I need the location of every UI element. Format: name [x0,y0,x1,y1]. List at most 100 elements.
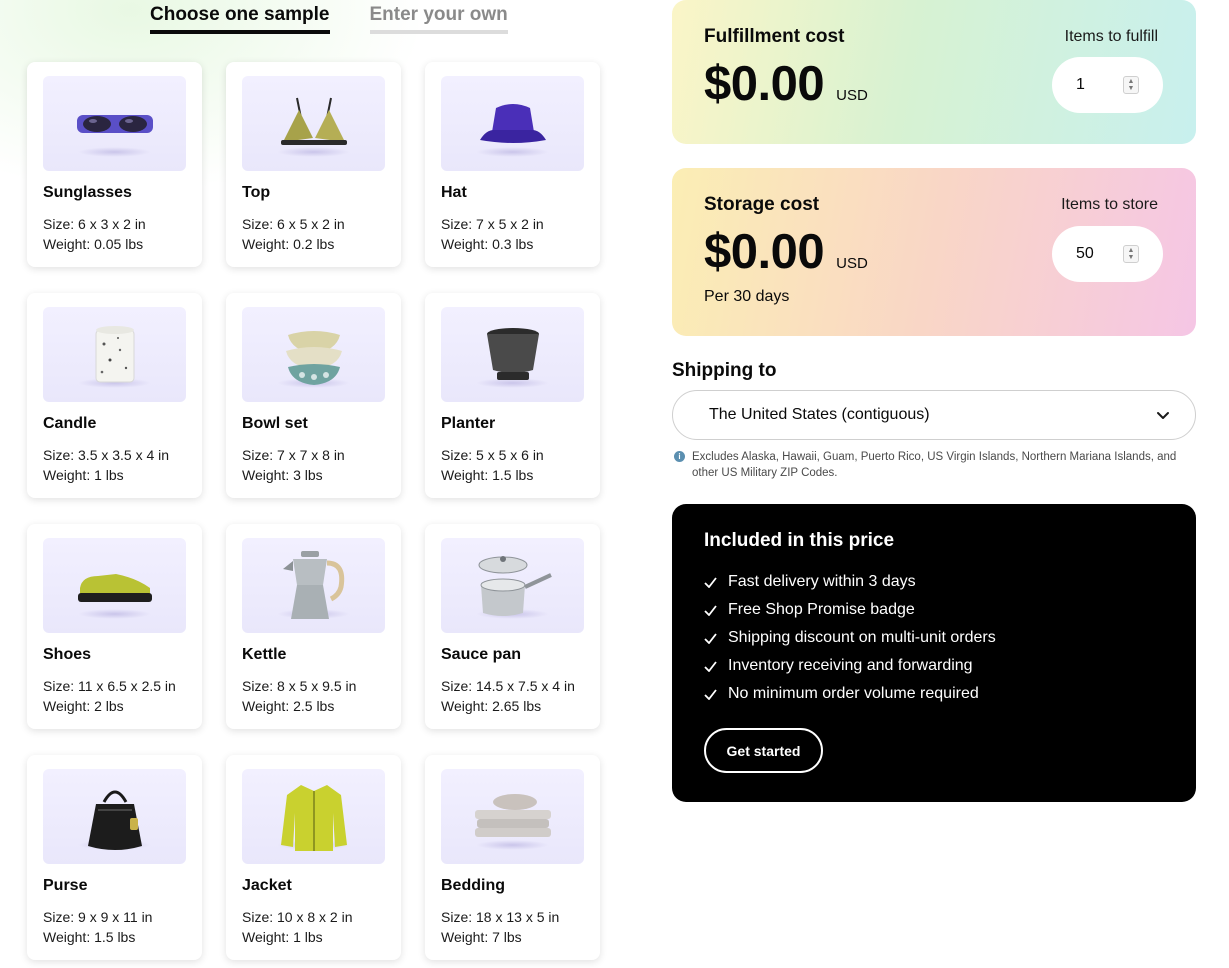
product-name: Candle [43,415,97,432]
product-weight: Weight: 3 lbs [242,467,323,483]
product-thumbnail [43,769,186,864]
product-name: Planter [441,415,496,432]
product-name: Sauce pan [441,646,522,663]
product-thumbnail [441,76,584,171]
product-card-planter[interactable]: Planter Size: 5 x 5 x 6 in Weight: 1.5 l… [425,293,600,498]
chevron-up-icon: ▲ [1127,78,1135,85]
included-item-text: Free Shop Promise badge [728,601,915,618]
shipping-exclusion-text: Excludes Alaska, Hawaii, Guam, Puerto Ri… [692,451,1177,479]
product-weight: Weight: 1.5 lbs [43,929,136,945]
product-thumbnail [242,307,385,402]
product-card-sauce-pan[interactable]: Sauce pan Size: 14.5 x 7.5 x 4 in Weight… [425,524,600,729]
checkmark-icon [704,576,718,588]
tab-enter-your-own[interactable]: Enter your own [369,0,508,34]
product-name: Jacket [242,877,292,894]
bedding-icon [474,793,551,837]
sample-tabs: Choose one sample Enter your own [150,0,508,34]
included-title: Included in this price [704,530,895,551]
product-thumbnail [43,538,186,633]
product-size: Size: 7 x 5 x 2 in [441,216,544,232]
storage-period: Per 30 days [704,288,790,305]
product-size: Size: 5 x 5 x 6 in [441,447,544,463]
checkmark-icon [704,688,718,700]
included-item-text: Shipping discount on multi-unit orders [728,629,996,646]
items-to-fulfill-field: ▲ ▼ [1052,57,1163,113]
bucket-hat-icon [479,103,546,143]
kettle-icon [282,550,344,619]
product-weight: Weight: 7 lbs [441,929,522,945]
tab-choose-sample[interactable]: Choose one sample [150,0,330,34]
included-item-text: Inventory receiving and forwarding [728,657,973,674]
storage-cost-card: Storage cost $0.00 USD Per 30 days Items… [672,168,1196,336]
items-to-store-label: Items to store [1061,196,1158,213]
sunglasses-icon [76,114,153,133]
product-weight: Weight: 1.5 lbs [441,467,534,483]
included-list: Fast delivery within 3 days Free Shop Pr… [704,568,1164,708]
product-weight: Weight: 2 lbs [43,698,124,714]
product-card-hat[interactable]: Hat Size: 7 x 5 x 2 in Weight: 0.3 lbs [425,62,600,267]
chevron-up-icon: ▲ [1127,247,1135,254]
product-card-bedding[interactable]: Bedding Size: 18 x 13 x 5 in Weight: 7 l… [425,755,600,960]
list-item: Inventory receiving and forwarding [704,652,1164,680]
storage-cost-currency: USD [836,255,868,272]
shoe-icon [77,573,152,602]
product-card-jacket[interactable]: Jacket Size: 10 x 8 x 2 in Weight: 1 lbs [226,755,401,960]
get-started-button[interactable]: Get started [704,728,823,773]
sauce-pan-icon [478,555,552,616]
shipping-to-label: Shipping to [672,360,777,381]
product-weight: Weight: 0.05 lbs [43,236,144,252]
checkmark-icon [704,660,718,672]
product-thumbnail [43,76,186,171]
product-name: Sunglasses [43,184,132,201]
fulfillment-cost-amount: $0.00 [704,57,825,111]
fulfillment-cost-currency: USD [836,87,868,104]
product-thumbnail [441,307,584,402]
info-icon: i [674,451,685,462]
list-item: Free Shop Promise badge [704,596,1164,624]
product-weight: Weight: 0.3 lbs [441,236,534,252]
checkmark-icon [704,604,718,616]
included-item-text: Fast delivery within 3 days [728,573,916,590]
items-to-store-input[interactable] [1076,245,1116,263]
product-weight: Weight: 2.65 lbs [441,698,542,714]
shipping-destination-select[interactable]: The United States (contiguous) [672,390,1196,440]
product-thumbnail [43,307,186,402]
product-size: Size: 14.5 x 7.5 x 4 in [441,678,575,694]
product-thumbnail [242,769,385,864]
candle-icon [95,325,134,382]
chevron-down-icon: ▼ [1127,85,1135,92]
product-weight: Weight: 2.5 lbs [242,698,335,714]
quantity-stepper[interactable]: ▲ ▼ [1123,245,1139,263]
product-name: Shoes [43,646,92,663]
product-size: Size: 6 x 5 x 2 in [242,216,345,232]
included-item-text: No minimum order volume required [728,685,979,702]
product-size: Size: 7 x 7 x 8 in [242,447,345,463]
jacket-icon [280,784,347,851]
product-card-purse[interactable]: Purse Size: 9 x 9 x 11 in Weight: 1.5 lb… [27,755,202,960]
product-card-top[interactable]: Top Size: 6 x 5 x 2 in Weight: 0.2 lbs [226,62,401,267]
bikini-top-icon [280,97,347,145]
included-in-price-panel: Included in this price Fast delivery wit… [672,504,1196,802]
items-to-fulfill-label: Items to fulfill [1064,28,1158,45]
fulfillment-cost-card: Fulfillment cost $0.00 USD Items to fulf… [672,0,1196,144]
product-size: Size: 8 x 5 x 9.5 in [242,678,357,694]
chevron-down-icon [1157,412,1169,419]
product-card-sunglasses[interactable]: Sunglasses Size: 6 x 3 x 2 in Weight: 0.… [27,62,202,267]
product-card-candle[interactable]: Candle Size: 3.5 x 3.5 x 4 in Weight: 1 … [27,293,202,498]
items-to-fulfill-input[interactable] [1076,76,1116,94]
product-card-kettle[interactable]: Kettle Size: 8 x 5 x 9.5 in Weight: 2.5 … [226,524,401,729]
product-grid: Sunglasses Size: 6 x 3 x 2 in Weight: 0.… [27,62,600,960]
planter-icon [486,327,539,380]
product-thumbnail [441,769,584,864]
product-size: Size: 18 x 13 x 5 in [441,909,560,925]
chevron-down-icon: ▼ [1127,254,1135,261]
items-to-store-field: ▲ ▼ [1052,226,1163,282]
quantity-stepper[interactable]: ▲ ▼ [1123,76,1139,94]
product-card-bowl-set[interactable]: Bowl set Size: 7 x 7 x 8 in Weight: 3 lb… [226,293,401,498]
product-size: Size: 6 x 3 x 2 in [43,216,146,232]
list-item: Fast delivery within 3 days [704,568,1164,596]
product-card-shoes[interactable]: Shoes Size: 11 x 6.5 x 2.5 in Weight: 2 … [27,524,202,729]
list-item: No minimum order volume required [704,680,1164,708]
product-name: Hat [441,184,467,201]
checkmark-icon [704,632,718,644]
